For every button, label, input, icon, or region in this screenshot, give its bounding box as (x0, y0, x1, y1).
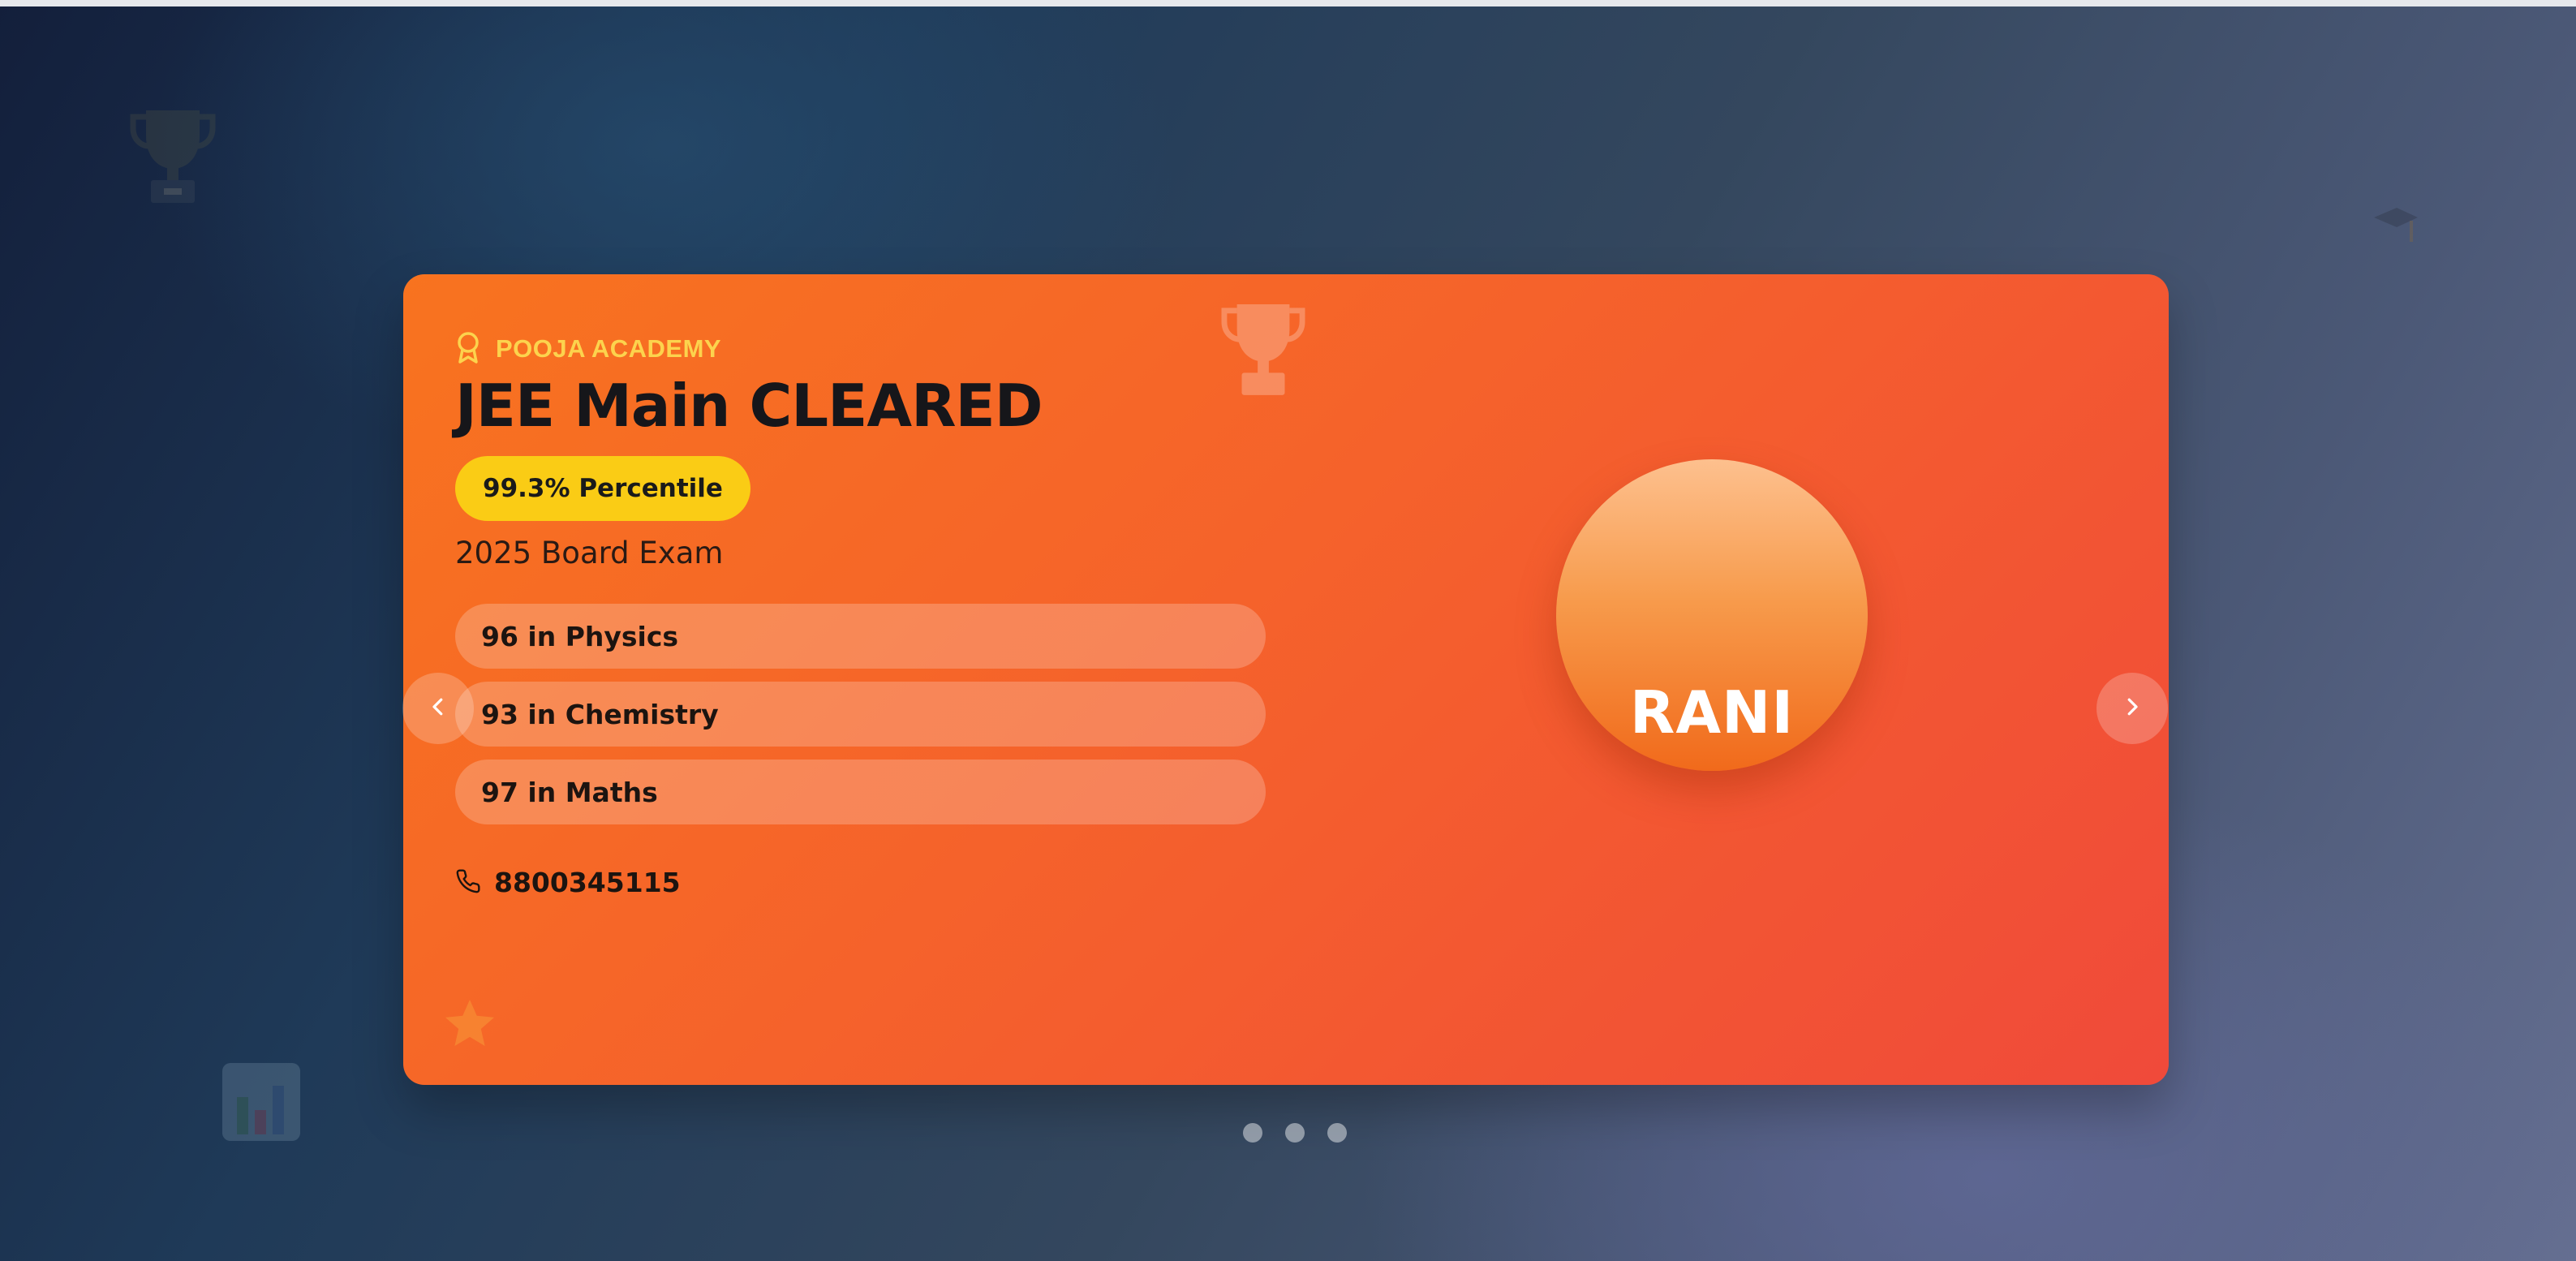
browser-top-bar (0, 0, 2576, 6)
carousel-dot-2[interactable] (1285, 1123, 1305, 1143)
bar-chart-icon (221, 1061, 302, 1143)
contact-phone: 8800345115 (455, 867, 681, 898)
subject-score-chemistry: 93 in Chemistry (455, 682, 1266, 747)
star-icon (441, 995, 499, 1053)
carousel-dot-1[interactable] (1243, 1123, 1262, 1143)
chevron-left-icon (426, 695, 450, 722)
subject-score-maths: 97 in Maths (455, 760, 1266, 824)
carousel-dot-3[interactable] (1327, 1123, 1347, 1143)
achievement-card: POOJA ACADEMY JEE Main CLEARED 99.3% Per… (403, 274, 2169, 1085)
phone-number: 8800345115 (494, 867, 681, 898)
student-avatar: RANI (1556, 459, 1868, 771)
graduation-cap-icon (2372, 203, 2419, 252)
trophy-icon (1221, 297, 1305, 398)
award-ribbon-icon (455, 331, 481, 367)
student-name: RANI (1629, 678, 1795, 747)
subject-score-physics: 96 in Physics (455, 604, 1266, 669)
achievement-title: JEE Main CLEARED (455, 372, 1043, 440)
percentile-badge: 99.3% Percentile (455, 456, 750, 521)
carousel-next-button[interactable] (2096, 673, 2168, 744)
academy-name: POOJA ACADEMY (496, 334, 722, 363)
exam-label: 2025 Board Exam (455, 536, 724, 570)
phone-icon (455, 868, 481, 897)
carousel-prev-button[interactable] (402, 673, 474, 744)
trophy-icon (130, 104, 216, 204)
carousel-dots (1243, 1123, 1347, 1143)
academy-row: POOJA ACADEMY (455, 331, 721, 367)
chevron-right-icon (2120, 695, 2144, 722)
subject-scores-list: 96 in Physics 93 in Chemistry 97 in Math… (455, 604, 1266, 837)
